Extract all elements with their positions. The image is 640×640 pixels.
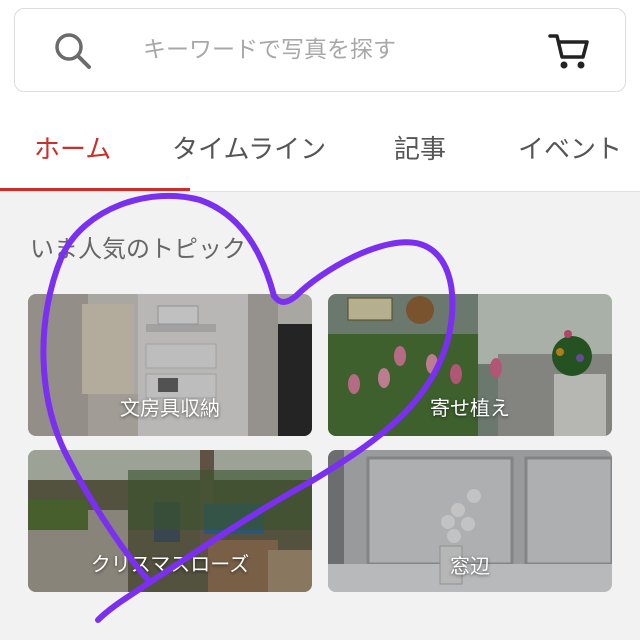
- topic-tile-container-planting[interactable]: 寄せ植え: [328, 294, 612, 436]
- tab-divider: [0, 191, 640, 192]
- tab-events[interactable]: イベント: [518, 132, 622, 168]
- topic-label: クリスマスローズ: [90, 552, 250, 576]
- tab-articles[interactable]: 記事: [394, 132, 446, 168]
- topic-tile-stationery-storage[interactable]: 文房具収納: [28, 294, 312, 436]
- search-bar[interactable]: キーワードで写真を探す: [14, 8, 626, 92]
- search-icon[interactable]: [53, 31, 93, 71]
- tab-timeline[interactable]: タイムライン: [172, 132, 326, 168]
- cart-icon[interactable]: [547, 29, 591, 73]
- tab-home[interactable]: ホーム: [34, 132, 111, 168]
- tab-bar: ホーム タイムライン 記事 イベント: [0, 120, 640, 192]
- search-input[interactable]: キーワードで写真を探す: [143, 33, 396, 67]
- section-title: いま人気のトピック: [30, 235, 246, 263]
- topic-tile-christmas-rose[interactable]: クリスマスローズ: [28, 450, 312, 592]
- topic-label: 寄せ植え: [430, 396, 510, 420]
- topic-label: 文房具収納: [120, 396, 220, 420]
- topic-label: 窓辺: [450, 554, 490, 578]
- topic-tile-windowsill[interactable]: 窓辺: [328, 450, 612, 592]
- header: キーワードで写真を探す ホーム タイムライン 記事 イベント: [0, 0, 640, 192]
